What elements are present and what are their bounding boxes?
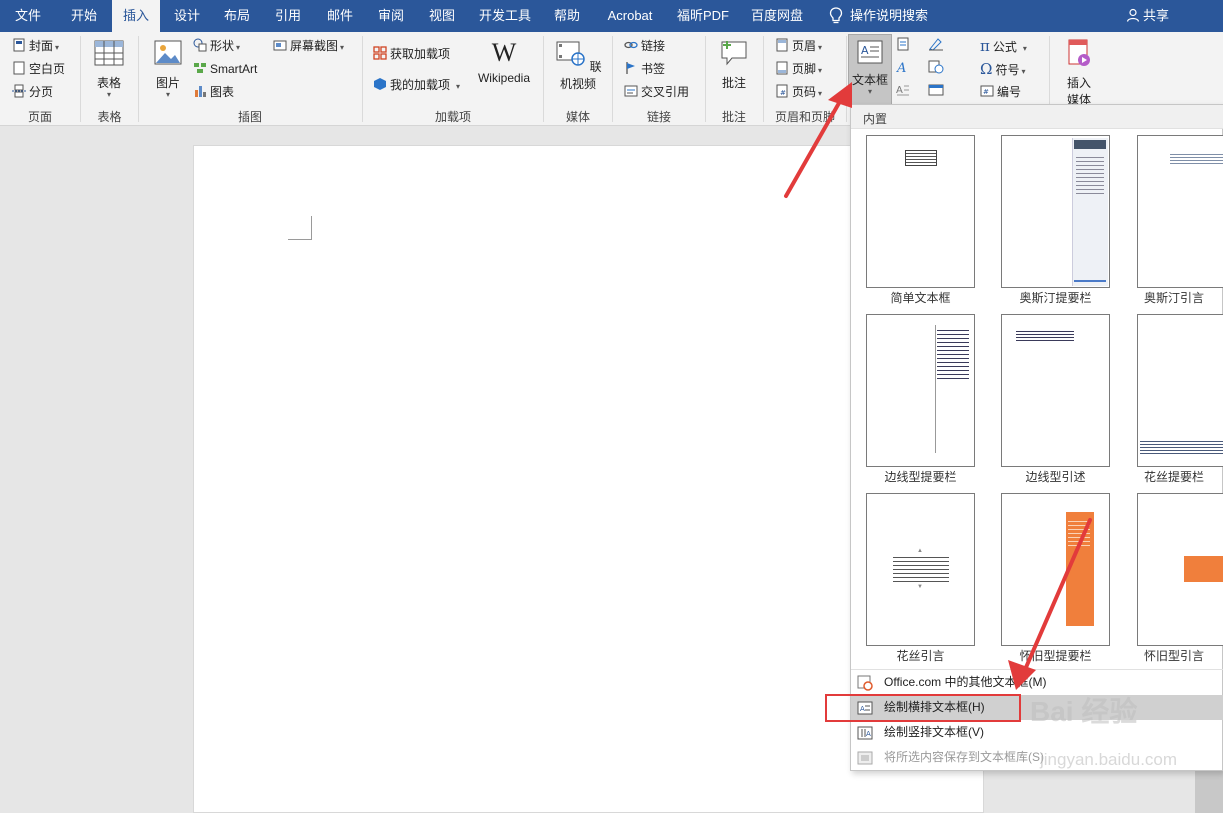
annotation-arrowhead: [1008, 660, 1036, 690]
watermark-url: jingyan.baidu.com: [1040, 750, 1178, 769]
watermark-brand: Bai 经验: [1030, 696, 1138, 727]
highlight-box: [825, 694, 1021, 722]
annotation-arrow: [784, 94, 845, 198]
annotation-arrow: [1022, 518, 1092, 674]
